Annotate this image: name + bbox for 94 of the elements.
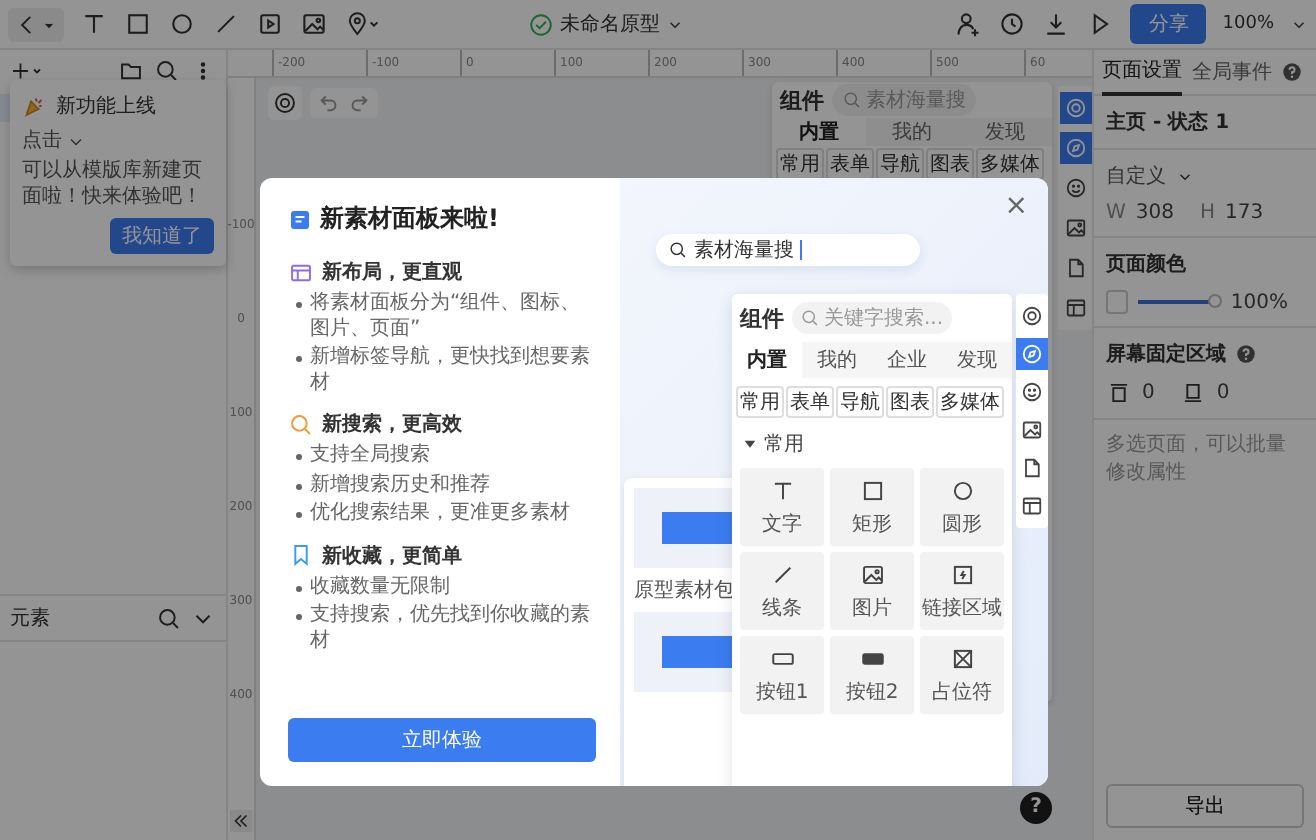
component-tile[interactable]: 文字 xyxy=(740,468,824,546)
saved-check-icon xyxy=(528,11,554,37)
size-dropdown[interactable]: 自定义 xyxy=(1106,162,1166,190)
popup-text: 可以从模版库新建页面啦！快来体验吧！ xyxy=(22,158,204,210)
add-user-icon[interactable] xyxy=(954,10,983,38)
page-name: 主页 - 状态 1 xyxy=(1106,108,1230,136)
panel-logo-icon xyxy=(288,207,312,231)
elements-title: 元素 xyxy=(10,605,50,632)
bullet-text: 将素材面板分为“组件、图标、图片、页面” xyxy=(296,292,596,342)
section-heading: 新收藏，更简单 xyxy=(322,542,462,569)
bullet-text: 支持搜索，优先找到你收藏的素材 xyxy=(296,604,596,654)
bullet-text: 支持全局搜索 xyxy=(296,444,596,469)
search-icon xyxy=(668,240,688,260)
party-popper-icon xyxy=(22,94,46,118)
height-label: H xyxy=(1199,202,1216,224)
panel-tab[interactable]: 发现 xyxy=(942,342,1012,378)
link-area-icon xyxy=(949,562,975,588)
collapse-icon[interactable] xyxy=(230,810,252,832)
search-icon xyxy=(842,90,862,110)
help-icon[interactable] xyxy=(1282,62,1302,82)
bullet-text: 优化搜索结果，更准更多素材 xyxy=(296,502,596,527)
popup-text: 点击 xyxy=(22,128,62,154)
category-tag[interactable]: 图表 xyxy=(886,386,934,418)
category-tag[interactable]: 多媒体 xyxy=(936,386,1004,418)
export-button[interactable]: 导出 xyxy=(1106,784,1304,828)
text-tool-icon[interactable] xyxy=(80,10,108,38)
search-icon xyxy=(800,308,820,328)
opacity-value: 100% xyxy=(1230,291,1288,313)
project-title[interactable]: 未命名原型 xyxy=(560,10,660,38)
panel-tab[interactable]: 内置 xyxy=(732,342,802,378)
component-tile[interactable]: 占位符 xyxy=(920,636,1004,714)
top-area-icon xyxy=(1106,380,1132,406)
section-title: 页面颜色 xyxy=(1106,251,1188,278)
color-swatch[interactable] xyxy=(1106,290,1129,314)
zoom-dropdown[interactable]: 100% xyxy=(1222,14,1274,34)
component-tile[interactable]: 线条 xyxy=(740,552,824,630)
component-tile[interactable]: 链接区域 xyxy=(920,552,1004,630)
history-icon[interactable] xyxy=(998,10,1027,38)
panel-title: 组件 xyxy=(740,303,784,333)
hint-text: 多选页面，可以批量修改属性 xyxy=(1106,432,1288,488)
line-tool-icon[interactable] xyxy=(212,10,240,38)
component-tile[interactable]: 按钮2 xyxy=(830,636,914,714)
panel-tab[interactable]: 企业 xyxy=(872,342,942,378)
help-button[interactable]: ? xyxy=(1020,792,1052,824)
target-icon[interactable] xyxy=(268,86,302,120)
panel-tab[interactable]: 内置 xyxy=(772,118,866,146)
circle-tool-icon[interactable] xyxy=(168,10,196,38)
panel-tab[interactable]: 全局事件 xyxy=(1192,50,1272,94)
panel-tab[interactable]: 我的 xyxy=(802,342,872,378)
width-value[interactable]: 308 xyxy=(1135,202,1174,224)
section-heading: 新搜索，更高效 xyxy=(322,410,462,438)
width-label: W xyxy=(1106,202,1126,224)
crossed-box-icon xyxy=(949,646,975,672)
close-button[interactable]: × xyxy=(1004,190,1028,222)
section-title: 常用 xyxy=(764,431,804,458)
panel-tab[interactable]: 页面设置 xyxy=(1102,48,1182,96)
line-icon xyxy=(769,562,795,588)
bottom-area-icon xyxy=(1180,380,1207,406)
bullet-text: 新增搜索历史和推荐 xyxy=(296,473,596,498)
search-field[interactable]: 素材海量搜 xyxy=(656,234,920,266)
download-icon[interactable] xyxy=(1042,10,1071,38)
try-now-button[interactable]: 立即体验 xyxy=(288,718,596,762)
pin-tool-icon[interactable] xyxy=(344,10,384,38)
square-icon xyxy=(859,478,885,504)
component-tile[interactable]: 矩形 xyxy=(830,468,914,546)
image-icon xyxy=(859,562,885,588)
bullet-text: 收藏数量无限制 xyxy=(296,575,596,600)
panel-tab[interactable]: 我的 xyxy=(865,118,959,146)
height-value[interactable]: 173 xyxy=(1225,202,1264,224)
category-tag[interactable]: 表单 xyxy=(786,386,834,418)
help-icon[interactable] xyxy=(1236,344,1256,364)
component-tile[interactable]: 图片 xyxy=(830,552,914,630)
compass-icon[interactable] xyxy=(1016,338,1048,370)
search-icon[interactable] xyxy=(154,57,180,83)
frame-tool-icon[interactable] xyxy=(256,10,284,38)
component-tile[interactable]: 按钮1 xyxy=(740,636,824,714)
popup-title: 新功能上线 xyxy=(56,93,156,120)
circle-icon xyxy=(949,478,975,504)
bullet-text: 新增标签导航，更快找到想要素材 xyxy=(296,346,596,396)
section-title: 屏幕固定区域 xyxy=(1106,340,1226,368)
fixed-bottom-value[interactable]: 0 xyxy=(1216,382,1230,404)
text-icon xyxy=(769,478,795,504)
panel-title: 组件 xyxy=(780,85,824,115)
component-tile[interactable]: 圆形 xyxy=(920,468,1004,546)
compass-icon[interactable] xyxy=(1059,132,1091,164)
rectangle-tool-icon[interactable] xyxy=(124,10,152,38)
panel-tab[interactable]: 发现 xyxy=(958,118,1053,146)
fixed-top-value[interactable]: 0 xyxy=(1142,382,1155,404)
category-tag[interactable]: 导航 xyxy=(836,386,884,418)
search-icon[interactable] xyxy=(156,605,182,631)
section-heading: 新布局，更直观 xyxy=(322,258,462,286)
image-tool-icon[interactable] xyxy=(300,10,328,38)
dialog-title: 新素材面板来啦! xyxy=(320,202,499,236)
category-tag[interactable]: 常用 xyxy=(736,386,784,418)
